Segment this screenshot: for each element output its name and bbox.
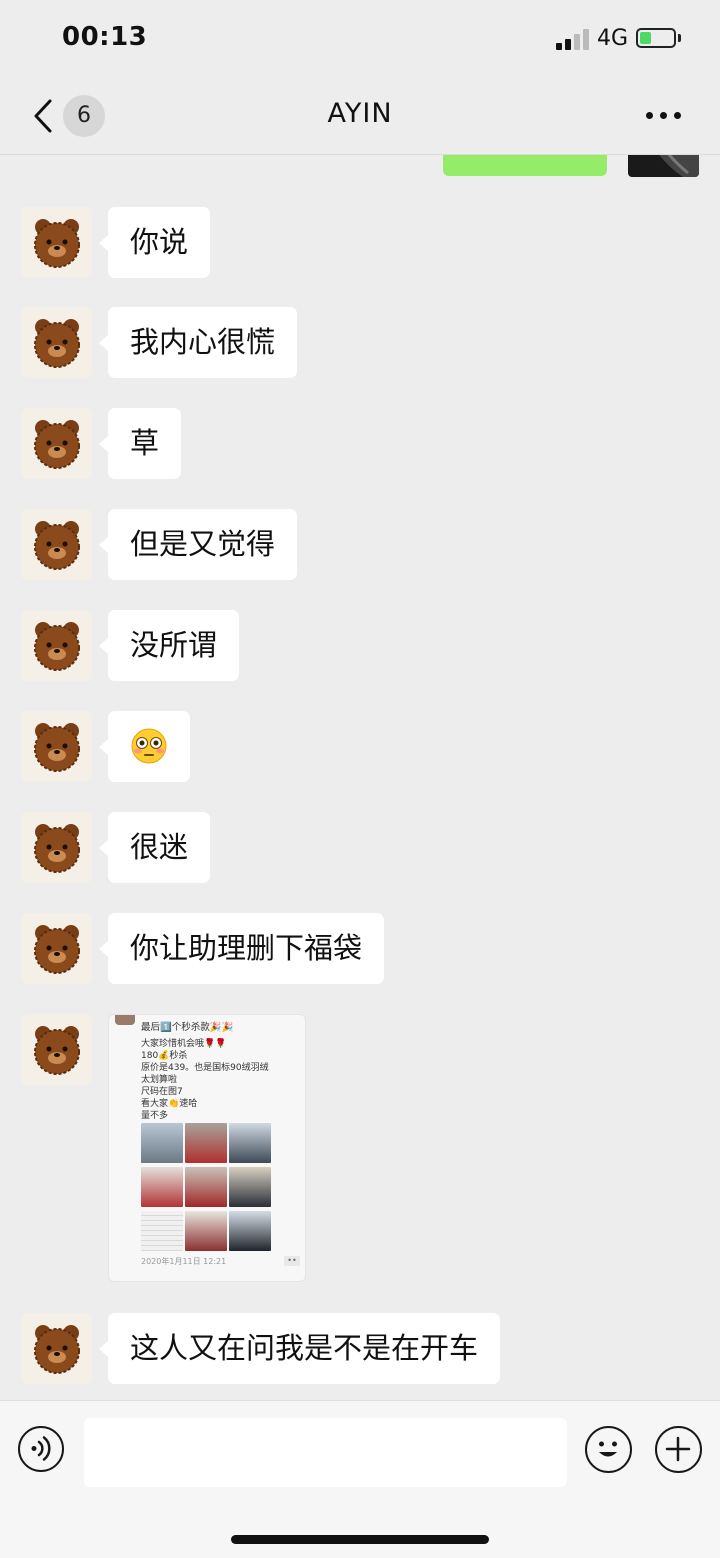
contact-avatar[interactable] — [21, 711, 92, 782]
contact-avatar[interactable] — [21, 610, 92, 681]
ellipsis-icon[interactable] — [646, 112, 682, 122]
contact-avatar[interactable] — [21, 307, 92, 378]
my-avatar[interactable] — [628, 155, 699, 177]
screenshot-line: 180💰秒杀 — [141, 1051, 188, 1061]
contact-avatar[interactable] — [21, 408, 92, 479]
contact-avatar[interactable] — [21, 1014, 92, 1085]
contact-avatar[interactable] — [21, 207, 92, 278]
contact-avatar[interactable] — [21, 1313, 92, 1384]
message-bubble[interactable]: 你说 — [98, 207, 211, 278]
message-bubble[interactable]: 但是又觉得 — [98, 509, 298, 580]
message-bubble[interactable] — [99, 711, 190, 782]
screenshot-line: 太划算啦 — [141, 1075, 178, 1085]
plus-icon[interactable] — [655, 1426, 702, 1473]
message-bubble[interactable]: 没所谓 — [98, 610, 240, 681]
chat-screen: 00:13 4G 6 AYIN 你说 我内心很慌 草 但是又觉得 没所谓 很迷 … — [0, 0, 720, 1558]
message-input[interactable] — [84, 1418, 567, 1487]
contact-avatar[interactable] — [21, 812, 92, 883]
battery-cap — [678, 34, 681, 42]
photo-thumbnail — [141, 1211, 183, 1251]
photo-thumbnail — [141, 1167, 183, 1207]
voice-icon[interactable] — [18, 1426, 64, 1472]
chat-title: AYIN — [327, 98, 393, 129]
photo-thumbnail — [185, 1167, 227, 1207]
screenshot-line: 量不多 — [141, 1111, 169, 1121]
message-bubble[interactable]: 你让助理删下福袋 — [98, 913, 385, 984]
status-time: 00:13 — [62, 22, 148, 52]
screenshot-line: 尺码在图7 — [141, 1087, 183, 1097]
smiley-icon[interactable] — [585, 1426, 632, 1473]
message-bubble[interactable]: 这人又在问我是不是在开车 — [98, 1313, 501, 1384]
photo-thumbnail — [229, 1123, 271, 1163]
signal-icon — [556, 28, 590, 50]
image-message[interactable]: 最后1️⃣个秒杀款🎉🎉 大家珍惜机会哦🌹🌹 180💰秒杀 原价是439。也是国标… — [108, 1014, 306, 1282]
screenshot-date: 2020年1月11日 12:21 — [141, 1257, 227, 1266]
input-bar — [0, 1400, 720, 1558]
photo-thumbnail — [141, 1123, 183, 1163]
message-bubble[interactable]: 草 — [98, 408, 182, 479]
screenshot-avatar — [115, 1015, 135, 1025]
network-type: 4G — [597, 26, 629, 51]
outgoing-message-bubble[interactable] — [443, 155, 607, 176]
home-indicator[interactable] — [231, 1535, 489, 1544]
screenshot-line: 原价是439。也是国标90绒羽绒 — [141, 1063, 269, 1073]
flushed-face-emoji — [131, 728, 167, 764]
screenshot-line: 看大家👏速哈 — [141, 1099, 198, 1109]
photo-thumbnail — [229, 1167, 271, 1207]
photo-thumbnail — [185, 1123, 227, 1163]
message-list[interactable]: 你说 我内心很慌 草 但是又觉得 没所谓 很迷 你让助理删下福袋 最后1️⃣个秒… — [0, 155, 720, 1400]
battery-icon — [636, 28, 676, 48]
screenshot-header: 最后1️⃣个秒杀款🎉🎉 — [141, 1022, 234, 1033]
nav-bar: 6 AYIN — [0, 80, 720, 155]
ellipsis-icon: •• — [284, 1256, 300, 1266]
photo-thumbnail — [185, 1211, 227, 1251]
battery-fill — [640, 32, 651, 44]
screenshot-line: 大家珍惜机会哦🌹🌹 — [141, 1039, 227, 1049]
photo-thumbnail — [229, 1211, 271, 1251]
contact-avatar[interactable] — [21, 509, 92, 580]
message-bubble[interactable]: 很迷 — [98, 812, 211, 883]
status-bar: 00:13 4G — [0, 0, 720, 80]
contact-avatar[interactable] — [21, 913, 92, 984]
message-bubble[interactable]: 我内心很慌 — [98, 307, 298, 378]
